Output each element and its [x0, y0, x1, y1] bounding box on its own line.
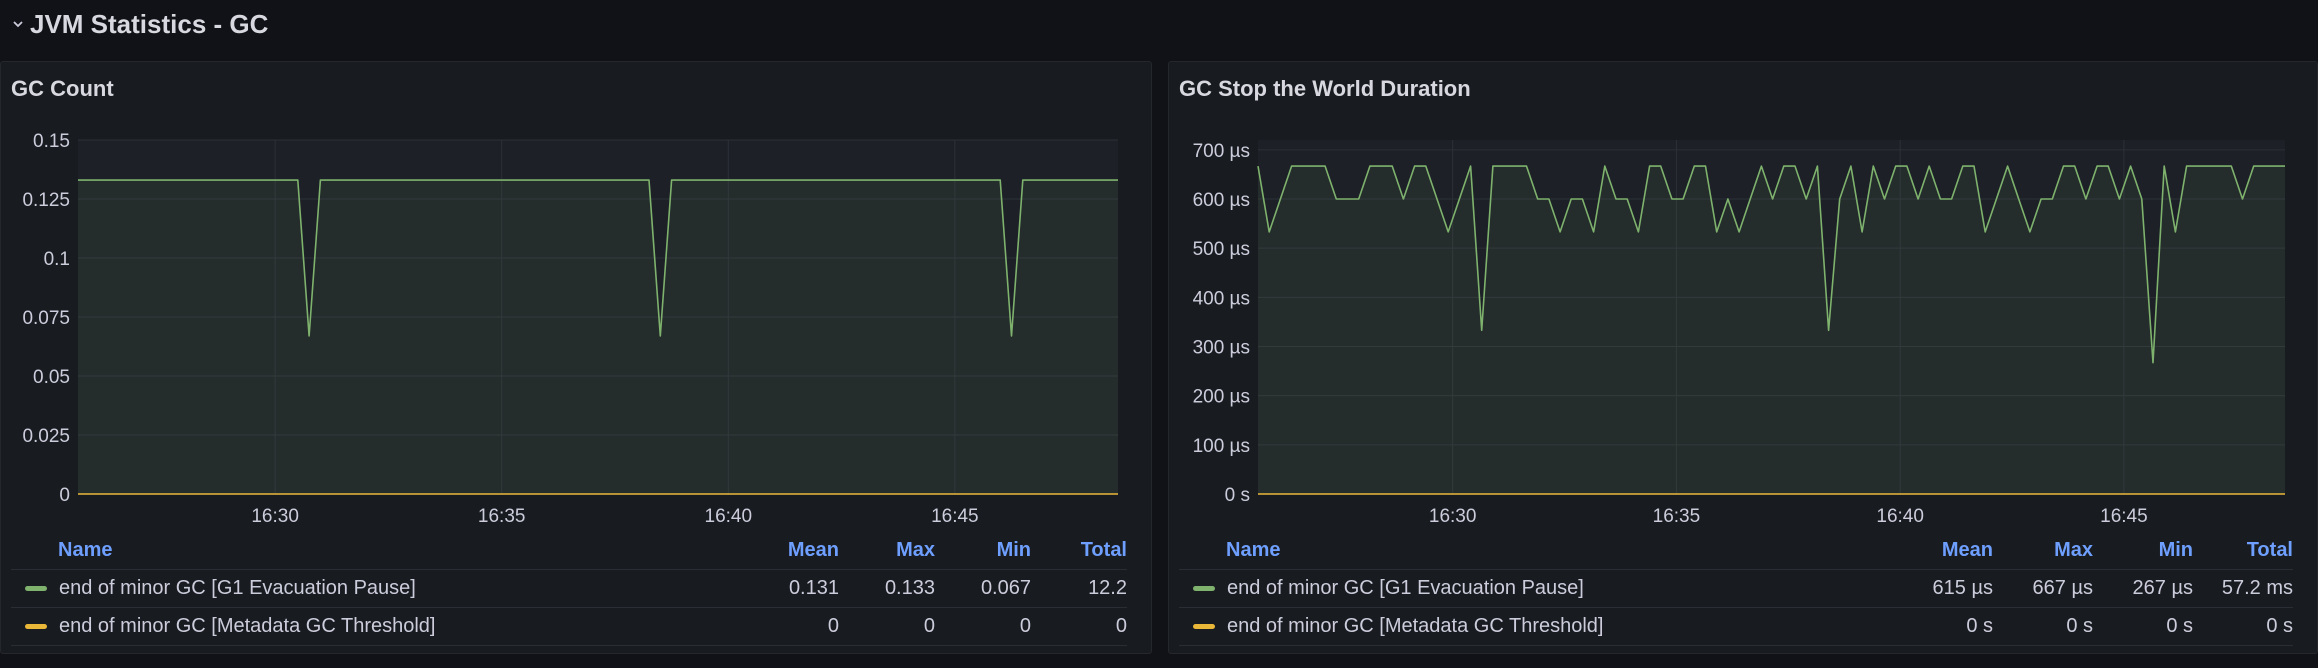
legend-header-min[interactable]: Min [935, 539, 1031, 562]
legend-series-name[interactable]: end of minor GC [Metadata GC Threshold] [1227, 615, 1603, 638]
legend-series-name[interactable]: end of minor GC [G1 Evacuation Pause] [59, 577, 416, 600]
legend-row[interactable]: end of minor GC [Metadata GC Threshold] … [1179, 607, 2293, 646]
chart-gc-stw-duration: 0 s 100 µs 200 µs 300 µs 400 µs 500 µs 600 µs 7… [1193, 140, 2285, 527]
legend-max-value: 0 [923, 615, 935, 637]
panel-gc-count[interactable]: GC Count 0 0.025 0.05 0.075 0.1 0.125 0.15 16:3… [0, 61, 1152, 654]
y-tick-label: 600 µs [1193, 190, 1250, 211]
x-tick-label: 16:45 [931, 506, 979, 527]
x-tick-label: 16:30 [251, 506, 299, 527]
legend-header-max[interactable]: Max [1993, 539, 2093, 562]
legend-header-name[interactable]: Name [1179, 539, 1893, 562]
legend-series-name[interactable]: end of minor GC [G1 Evacuation Pause] [1227, 577, 1584, 600]
legend-header-total[interactable]: Total [1031, 539, 1127, 562]
y-tick-label: 200 µs [1193, 387, 1250, 408]
series-color-swatch[interactable] [25, 586, 47, 591]
legend-table: Name Mean Max Min Total end of minor GC … [1179, 532, 2293, 646]
series-area [78, 180, 1118, 494]
legend-max-value: 667 µs [2032, 577, 2093, 599]
legend-min-value: 0 s [2166, 615, 2193, 637]
series-color-swatch[interactable] [1193, 624, 1215, 629]
y-tick-label: 0.075 [22, 308, 70, 329]
legend-min-value: 0.067 [980, 577, 1031, 599]
legend-header-mean[interactable]: Mean [743, 539, 839, 562]
y-tick-label: 0 s [1225, 485, 1250, 506]
legend-header-name[interactable]: Name [11, 539, 743, 562]
panel-title: GC Count [11, 76, 114, 101]
series-area [1258, 166, 2285, 494]
series-color-swatch[interactable] [1193, 586, 1215, 591]
y-tick-label: 0.1 [44, 249, 70, 270]
legend-mean-value: 0 [827, 615, 839, 637]
y-tick-label: 0.15 [33, 131, 70, 152]
y-tick-label: 0.025 [22, 426, 70, 447]
legend-total-value: 0 s [2266, 615, 2293, 637]
legend-header: Name Mean Max Min Total [1179, 532, 2293, 569]
legend-mean-value: 0.131 [788, 577, 839, 599]
legend-mean-value: 615 µs [1932, 577, 1993, 599]
legend-max-value: 0 s [2066, 615, 2093, 637]
legend-max-value: 0.133 [884, 577, 935, 599]
chart-gc-count: 0 0.025 0.05 0.075 0.1 0.125 0.15 16:30 16:35 16:… [22, 131, 1118, 527]
legend-min-value: 267 µs [2132, 577, 2193, 599]
x-tick-label: 16:45 [2100, 506, 2148, 527]
legend-total-value: 0 [1115, 615, 1127, 637]
x-tick-label: 16:35 [478, 506, 526, 527]
x-tick-label: 16:40 [705, 506, 753, 527]
x-tick-label: 16:30 [1429, 506, 1477, 527]
x-tick-label: 16:40 [1876, 506, 1924, 527]
y-tick-label: 700 µs [1193, 141, 1250, 162]
y-tick-label: 0 [59, 485, 70, 506]
legend-header-max[interactable]: Max [839, 539, 935, 562]
legend-row[interactable]: end of minor GC [G1 Evacuation Pause] 0.… [11, 569, 1127, 607]
y-tick-label: 500 µs [1193, 239, 1250, 260]
legend-min-value: 0 [1019, 615, 1031, 637]
legend-header-mean[interactable]: Mean [1893, 539, 1993, 562]
y-tick-label: 300 µs [1193, 338, 1250, 359]
y-tick-label: 0.05 [33, 367, 70, 388]
panel-gc-stw-duration[interactable]: GC Stop the World Duration 0 s 100 µs 200 … [1168, 61, 2318, 654]
legend-header-total[interactable]: Total [2193, 539, 2293, 562]
legend-row[interactable]: end of minor GC [Metadata GC Threshold] … [11, 607, 1127, 646]
panel-title: GC Stop the World Duration [1179, 76, 1471, 101]
legend-header-min[interactable]: Min [2093, 539, 2193, 562]
y-tick-label: 0.125 [22, 190, 70, 211]
y-tick-label: 100 µs [1193, 436, 1250, 457]
legend-header: Name Mean Max Min Total [11, 532, 1127, 569]
series-color-swatch[interactable] [25, 624, 47, 629]
row-title: JVM Statistics - GC [30, 8, 269, 39]
legend-mean-value: 0 s [1966, 615, 1993, 637]
legend-total-value: 12.2 [1088, 577, 1127, 599]
legend-table: Name Mean Max Min Total end of minor GC … [11, 532, 1127, 646]
legend-series-name[interactable]: end of minor GC [Metadata GC Threshold] [59, 615, 435, 638]
chevron-down-icon[interactable] [12, 18, 24, 30]
row-header[interactable]: JVM Statistics - GC [0, 0, 2318, 48]
x-tick-label: 16:35 [1653, 506, 1701, 527]
legend-row[interactable]: end of minor GC [G1 Evacuation Pause] 61… [1179, 569, 2293, 607]
legend-total-value: 57.2 ms [2221, 577, 2293, 599]
y-tick-label: 400 µs [1193, 288, 1250, 309]
